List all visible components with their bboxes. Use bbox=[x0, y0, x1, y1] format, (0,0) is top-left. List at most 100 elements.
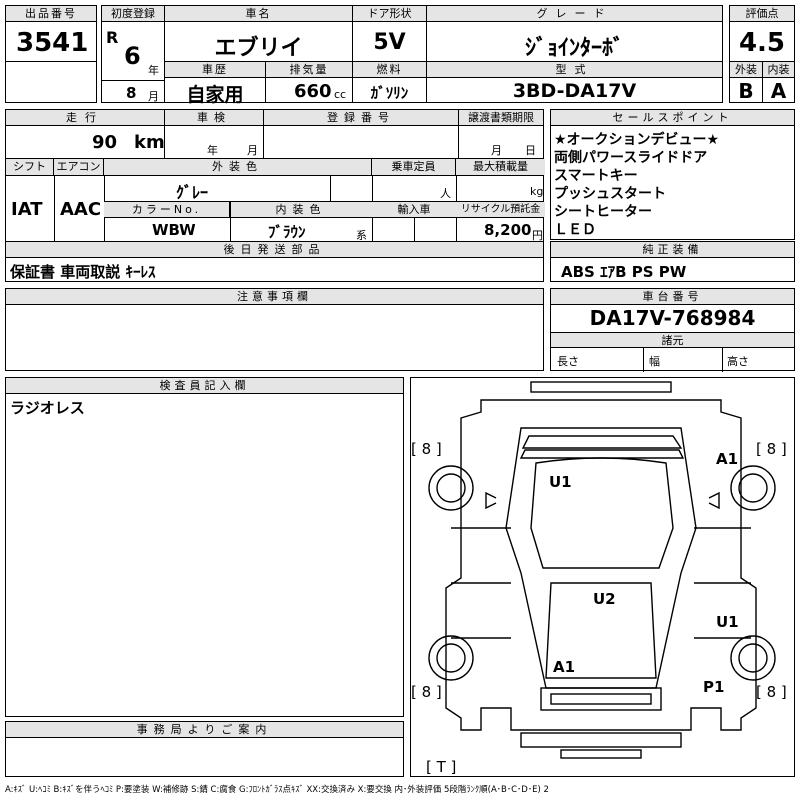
car-name-label: 車名 bbox=[165, 6, 352, 22]
displacement: 660 bbox=[294, 81, 332, 102]
sales-point-line: ＬＥＤ bbox=[554, 222, 596, 238]
grade-label: グレード bbox=[427, 6, 722, 22]
recycle-label: リサイクル預託金 bbox=[456, 202, 545, 217]
tire-rear-right: [ 8 ] bbox=[756, 683, 787, 701]
ac: AAC bbox=[60, 199, 102, 220]
ext-color: ｸﾞﾚｰ bbox=[176, 183, 209, 202]
damage-mark: P1 bbox=[703, 678, 725, 696]
transfer-day-unit: 日 bbox=[525, 144, 536, 157]
interior-box: 内装 A bbox=[762, 61, 795, 103]
equipment: ABS ｴｱB PS PW bbox=[561, 263, 687, 281]
exterior-grade: B bbox=[738, 79, 754, 103]
history-label: 車歴 bbox=[165, 62, 265, 78]
month-unit: 月 bbox=[148, 90, 159, 103]
color-no-label: カラーNo. bbox=[104, 202, 230, 217]
height-label: 高さ bbox=[727, 355, 749, 368]
car-name: エブリイ bbox=[214, 36, 303, 61]
inspector-note: ラジオレス bbox=[10, 399, 85, 417]
shift: IAT bbox=[11, 199, 43, 220]
interior-label: 内装 bbox=[763, 62, 794, 78]
lot-number-label: 出品番号 bbox=[6, 6, 96, 22]
capacity-label: 乗車定員 bbox=[372, 159, 456, 175]
equipment-box: 純正装備 ABS ｴｱB PS PW bbox=[550, 241, 795, 282]
notes-box: 注意事項欄 bbox=[5, 288, 544, 371]
mileage-unit: km bbox=[134, 132, 165, 153]
fuel-box: 燃料 ｶﾞｿﾘﾝ bbox=[352, 61, 427, 103]
exterior-label: 外装 bbox=[730, 62, 762, 78]
later-parts: 保証書 車両取説 ｷｰﾚｽ bbox=[10, 263, 156, 281]
damage-mark: U2 bbox=[593, 590, 616, 608]
office-label: 事務局よりご案内 bbox=[6, 722, 403, 738]
model-label: 型式 bbox=[427, 62, 722, 78]
first-registration-label: 初度登録 bbox=[102, 6, 164, 22]
door-box: ドア形状 5V bbox=[352, 5, 427, 62]
capacity-unit: 人 bbox=[440, 187, 451, 200]
inspection-label: 車検 bbox=[165, 110, 263, 126]
sales-point-line: スマートキー bbox=[554, 168, 638, 184]
displacement-unit: cc bbox=[334, 88, 347, 101]
reg-year: 6 bbox=[124, 42, 141, 70]
mileage-label: 走行 bbox=[6, 110, 164, 126]
era: R bbox=[106, 28, 119, 47]
reg-no-label: 登録番号 bbox=[264, 110, 458, 126]
car-outline-svg bbox=[428, 381, 776, 759]
first-registration-box: 初度登録 R 6 年 8 月 bbox=[101, 5, 165, 103]
mileage-box: 走行 90 km bbox=[5, 109, 165, 159]
tire-front-right: [ 8 ] bbox=[756, 440, 787, 458]
chassis-number: DA17V-768984 bbox=[589, 306, 756, 330]
inspector-label: 検査員記入欄 bbox=[6, 378, 403, 394]
sales-point-label: セールスポイント bbox=[551, 110, 794, 126]
transfer-label: 譲渡書類期限 bbox=[459, 110, 543, 126]
transfer-box: 譲渡書類期限 月 日 bbox=[458, 109, 544, 159]
ext-color-label: 外装色 bbox=[104, 159, 372, 175]
model-box: 型式 3BD-DA17V bbox=[426, 61, 723, 103]
later-parts-label: 後日発送部品 bbox=[6, 242, 543, 258]
sales-point-list: ★オークションデビュー★ 両側パワースライドドア スマートキー プッシュスタート… bbox=[554, 131, 719, 239]
year-unit: 年 bbox=[148, 64, 159, 77]
fuel: ｶﾞｿﾘﾝ bbox=[370, 84, 409, 102]
damage-mark: A1 bbox=[716, 450, 739, 468]
sales-point-line: プッシュスタート bbox=[554, 186, 666, 202]
fuel-label: 燃料 bbox=[353, 62, 426, 78]
ac-label: エアコン bbox=[54, 159, 104, 175]
tire-spare: [ T ] bbox=[426, 758, 457, 776]
length-label: 長さ bbox=[557, 355, 579, 368]
lot-number-box: 出品番号 3541 bbox=[5, 5, 97, 62]
damage-diagram: [ 8 ] [ 8 ] [ 8 ] [ 8 ] [ T ] U1 A1 U2 U… bbox=[410, 377, 795, 777]
displacement-label: 排気量 bbox=[266, 62, 352, 78]
interior-grade: A bbox=[770, 79, 787, 103]
chassis-label: 車台番号 bbox=[551, 289, 794, 305]
history: 自家用 bbox=[186, 84, 244, 106]
int-color-label: 内装色 bbox=[230, 202, 372, 217]
lot-blank-box bbox=[5, 61, 97, 103]
displacement-box: 排気量 660 cc bbox=[265, 61, 353, 103]
door-type: 5V bbox=[373, 30, 406, 55]
transfer-month-unit: 月 bbox=[491, 144, 502, 157]
score-box: 評価点 4.5 bbox=[729, 5, 795, 62]
grade: ｼﾞｮｲﾝﾀｰﾎﾞ bbox=[524, 36, 624, 61]
inspector-box: 検査員記入欄 ラジオレス bbox=[5, 377, 404, 717]
int-color: ﾌﾞﾗｳﾝ bbox=[268, 223, 306, 241]
inspection-box: 車検 年 月 bbox=[164, 109, 264, 159]
reg-no-box: 登録番号 bbox=[263, 109, 459, 159]
load-unit: kg bbox=[530, 185, 544, 198]
damage-mark: U1 bbox=[549, 473, 572, 491]
shift-ac-block: シフト エアコン 外装色 乗車定員 最大積載量 IAT AAC ｸﾞﾚｰ 人 k… bbox=[5, 158, 545, 243]
grade-box: グレード ｼﾞｮｲﾝﾀｰﾎﾞ bbox=[426, 5, 723, 62]
reg-month: 8 bbox=[126, 84, 137, 102]
model: 3BD-DA17V bbox=[512, 80, 637, 102]
legend: A:ｷｽﾞ U:ﾍｺﾐ B:ｷｽﾞを伴うﾍｺﾐ P:要塗装 W:補修跡 S:錆 … bbox=[5, 785, 549, 795]
width-label: 幅 bbox=[649, 355, 660, 368]
chassis-box: 車台番号 DA17V-768984 諸元 長さ 幅 高さ bbox=[550, 288, 795, 372]
lot-number: 3541 bbox=[16, 28, 89, 58]
score: 4.5 bbox=[738, 28, 786, 58]
exterior-box: 外装 B bbox=[729, 61, 763, 103]
import-label: 輸入車 bbox=[372, 202, 456, 217]
color-no: WBW bbox=[152, 221, 196, 239]
office-box: 事務局よりご案内 bbox=[5, 721, 404, 777]
history-box: 車歴 自家用 bbox=[164, 61, 266, 106]
damage-mark: U1 bbox=[716, 613, 739, 631]
score-label: 評価点 bbox=[730, 6, 794, 22]
inspection-year-unit: 年 bbox=[207, 144, 218, 157]
spec-label: 諸元 bbox=[551, 333, 794, 348]
